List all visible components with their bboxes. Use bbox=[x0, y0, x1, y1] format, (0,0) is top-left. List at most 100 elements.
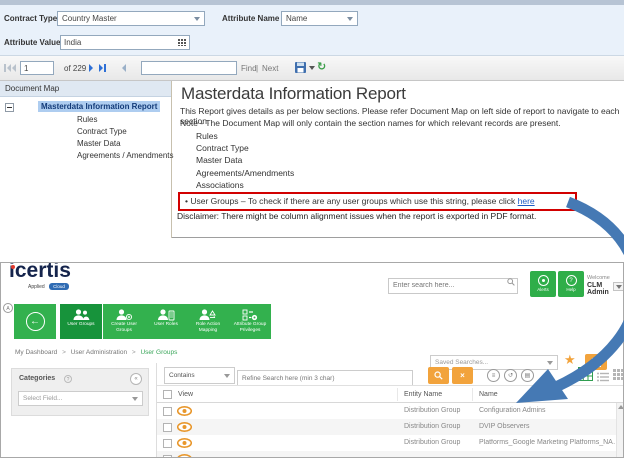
select-field-dropdown[interactable]: Select Field... bbox=[18, 391, 143, 406]
docmap-item-contract-type[interactable]: Contract Type bbox=[77, 127, 127, 136]
alerts-button[interactable]: Alerts bbox=[530, 271, 556, 297]
tile-label: Role Action Mapping bbox=[195, 322, 221, 333]
menu-circle-icon[interactable]: ≡ bbox=[487, 369, 500, 382]
view-eye-icon[interactable] bbox=[177, 438, 192, 448]
saved-searches-select[interactable]: Saved Searches... bbox=[430, 355, 558, 370]
global-search bbox=[388, 274, 518, 294]
scroll-up-icon[interactable] bbox=[617, 405, 623, 409]
screenshot-stage: Contract Type Country Master Attribute N… bbox=[0, 0, 624, 458]
table-row[interactable]: Distribution Group Configuration Admins bbox=[157, 403, 623, 419]
table-row-partial[interactable] bbox=[157, 451, 623, 458]
help-button[interactable]: ? Help bbox=[558, 271, 584, 297]
bullet-agreements: Agreements/Amendments bbox=[196, 167, 295, 178]
refresh-circle-icon[interactable]: ↺ bbox=[504, 369, 517, 382]
operator-value: Contains bbox=[169, 372, 195, 379]
favorite-star-icon[interactable]: ★ bbox=[564, 352, 576, 368]
view-eye-icon[interactable] bbox=[177, 454, 192, 458]
docmap-root-item[interactable]: Masterdata Information Report bbox=[38, 101, 161, 112]
user-groups-bullet-text: User Groups – To check if there are any … bbox=[185, 196, 515, 206]
tile-role-action-mapping[interactable]: Role Action Mapping bbox=[187, 304, 229, 339]
role-action-mapping-icon bbox=[187, 304, 229, 322]
create-user-groups-icon bbox=[103, 304, 145, 322]
column-entity-name[interactable]: Entity Name bbox=[404, 391, 442, 398]
first-page-icon bbox=[4, 64, 6, 72]
table-row[interactable]: Distribution Group DVIP Observers bbox=[157, 419, 623, 435]
logo-red-dot-icon bbox=[11, 265, 15, 269]
first-page-button[interactable] bbox=[4, 64, 11, 72]
refine-search bbox=[237, 367, 413, 387]
row-checkbox[interactable] bbox=[163, 439, 172, 448]
docmap-item-rules[interactable]: Rules bbox=[77, 115, 97, 124]
search-operator-select[interactable]: Contains bbox=[164, 367, 235, 384]
tile-attribute-group-privileges[interactable]: Attribute Group Privileges bbox=[229, 304, 271, 339]
page-input[interactable] bbox=[20, 61, 54, 75]
bullet-contract-type: Contract Type bbox=[196, 143, 249, 154]
last-page-icon bbox=[104, 64, 106, 72]
next-page-icon[interactable] bbox=[89, 64, 93, 72]
entity-name-cell: Distribution Group bbox=[404, 439, 461, 446]
view-eye-icon[interactable] bbox=[177, 406, 192, 416]
export-circle-icon[interactable]: ▤ bbox=[521, 369, 534, 382]
tree-collapse-icon[interactable] bbox=[5, 103, 14, 112]
highlighted-user-groups-callout: User Groups – To check if there are any … bbox=[178, 192, 577, 211]
refresh-icon[interactable]: ↻ bbox=[317, 60, 326, 73]
list-view-icon bbox=[597, 372, 609, 382]
collapse-panel-icon[interactable]: « bbox=[130, 373, 142, 385]
last-page-button[interactable] bbox=[99, 64, 106, 72]
document-map-header: Document Map bbox=[0, 81, 171, 97]
welcome-label: Welcome bbox=[587, 275, 610, 281]
chevron-down-icon bbox=[224, 373, 230, 378]
breadcrumb-user-groups[interactable]: User Groups bbox=[140, 349, 177, 356]
clear-search-button[interactable]: × bbox=[452, 367, 473, 384]
row-checkbox[interactable] bbox=[163, 407, 172, 416]
grid-view-toggle[interactable] bbox=[613, 367, 623, 385]
select-field-placeholder: Select Field... bbox=[23, 395, 63, 402]
previous-page-icon[interactable] bbox=[12, 64, 16, 72]
here-link[interactable]: here bbox=[518, 196, 535, 206]
saved-searches-placeholder: Saved Searches... bbox=[435, 359, 489, 366]
value-picker-icon[interactable] bbox=[177, 38, 187, 46]
docmap-item-master-data[interactable]: Master Data bbox=[77, 139, 121, 148]
global-search-input[interactable] bbox=[388, 277, 518, 294]
user-menu-button[interactable] bbox=[613, 282, 623, 291]
back-button-tile[interactable]: ← bbox=[14, 304, 56, 339]
breadcrumb: My Dashboard > User Administration > Use… bbox=[15, 349, 177, 356]
select-all-checkbox[interactable] bbox=[163, 390, 172, 399]
breadcrumb-user-administration[interactable]: User Administration bbox=[71, 349, 127, 356]
tile-label: User Roles bbox=[154, 322, 178, 327]
categories-panel: Categories ? « Select Field... bbox=[11, 368, 149, 416]
search-button[interactable] bbox=[428, 367, 449, 384]
disclaimer-text: Disclaimer: There might be column alignm… bbox=[177, 211, 537, 221]
search-icon bbox=[434, 371, 443, 380]
attribute-name-select[interactable]: Name bbox=[281, 11, 358, 26]
contract-type-select[interactable]: Country Master bbox=[57, 11, 205, 26]
tile-label: Attribute Group Privileges bbox=[233, 322, 267, 333]
find-link[interactable]: Find bbox=[241, 64, 257, 73]
report-title: Masterdata Information Report bbox=[181, 84, 406, 103]
export-button[interactable] bbox=[294, 61, 315, 74]
parent-report-icon[interactable] bbox=[122, 64, 126, 72]
table-view-toggle[interactable] bbox=[578, 367, 593, 386]
table-row[interactable]: Distribution Group Platforms_Google Mark… bbox=[157, 435, 623, 451]
save-icon bbox=[591, 357, 601, 367]
column-name[interactable]: Name bbox=[479, 391, 498, 398]
tile-create-user-groups[interactable]: Create User Groups bbox=[103, 304, 145, 339]
report-section-list: Rules Contract Type Master Data Agreemen… bbox=[196, 130, 294, 191]
attribute-group-privileges-icon bbox=[229, 304, 271, 322]
view-eye-icon[interactable] bbox=[177, 422, 192, 432]
table-scrollbar[interactable] bbox=[616, 403, 623, 457]
find-text-input[interactable] bbox=[141, 61, 237, 75]
help-label: Help bbox=[566, 287, 576, 292]
next-link[interactable]: Next bbox=[262, 64, 278, 73]
categories-title: Categories bbox=[19, 375, 56, 382]
tile-user-groups[interactable]: User Groups bbox=[60, 304, 102, 339]
docmap-item-agreements[interactable]: Agreements / Amendments bbox=[77, 151, 174, 160]
name-cell: Platforms_Google Marketing Platforms_NA_… bbox=[479, 439, 621, 446]
breadcrumb-my-dashboard[interactable]: My Dashboard bbox=[15, 349, 57, 356]
attribute-value-label: Attribute Value bbox=[4, 38, 61, 47]
row-checkbox[interactable] bbox=[163, 423, 172, 432]
attribute-value-input[interactable] bbox=[60, 35, 190, 50]
chevron-down-icon bbox=[347, 16, 353, 21]
tile-user-roles[interactable]: User Roles bbox=[145, 304, 187, 339]
column-view[interactable]: View bbox=[178, 391, 193, 398]
